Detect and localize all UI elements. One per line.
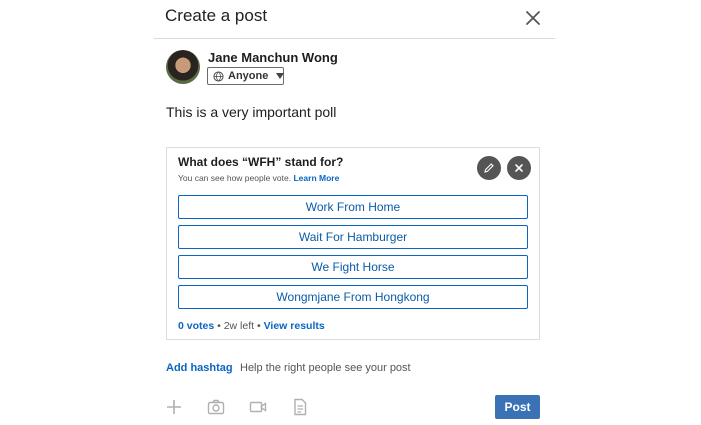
- close-icon: [515, 164, 523, 172]
- add-hashtag-button[interactable]: Add hashtag: [166, 362, 233, 374]
- hashtag-hint: Help the right people see your post: [240, 362, 411, 374]
- close-icon[interactable]: [523, 8, 543, 28]
- author-name: Jane Manchun Wong: [208, 50, 338, 65]
- time-left: 2w left: [223, 320, 255, 332]
- document-icon[interactable]: [291, 398, 309, 416]
- poll-footer: 0 votes • 2w left • View results: [178, 320, 325, 332]
- poll-subtitle-text: You can see how people vote.: [178, 173, 292, 183]
- separator: •: [257, 320, 261, 332]
- poll-question: What does “WFH” stand for?: [178, 155, 344, 169]
- globe-icon: [213, 70, 224, 82]
- plus-icon[interactable]: [165, 398, 183, 416]
- poll-option[interactable]: We Fight Horse: [178, 255, 528, 279]
- visibility-label: Anyone: [228, 70, 269, 82]
- poll-option[interactable]: Wongmjane From Hongkong: [178, 285, 528, 309]
- edit-poll-button[interactable]: [477, 156, 501, 180]
- learn-more-link[interactable]: Learn More: [293, 173, 339, 183]
- pencil-icon: [484, 163, 494, 173]
- avatar: [166, 50, 200, 84]
- poll-card: What does “WFH” stand for? You can see h…: [166, 147, 540, 340]
- post-text[interactable]: This is a very important poll: [166, 104, 336, 120]
- separator: •: [217, 320, 221, 332]
- view-results-link[interactable]: View results: [264, 320, 325, 332]
- votes-count[interactable]: 0 votes: [178, 320, 214, 332]
- video-icon[interactable]: [249, 398, 267, 416]
- post-button[interactable]: Post: [495, 395, 540, 419]
- visibility-dropdown[interactable]: Anyone: [207, 67, 285, 85]
- remove-poll-button[interactable]: [507, 156, 531, 180]
- poll-subtitle: You can see how people vote. Learn More: [178, 173, 339, 183]
- caret-down-icon: [272, 72, 285, 80]
- dialog-title: Create a post: [165, 6, 268, 25]
- camera-icon[interactable]: [207, 398, 225, 416]
- dialog-header: Create a post: [154, 0, 555, 39]
- poll-option[interactable]: Wait For Hamburger: [178, 225, 528, 249]
- poll-option[interactable]: Work From Home: [178, 195, 528, 219]
- poll-options: Work From Home Wait For Hamburger We Fig…: [178, 195, 528, 315]
